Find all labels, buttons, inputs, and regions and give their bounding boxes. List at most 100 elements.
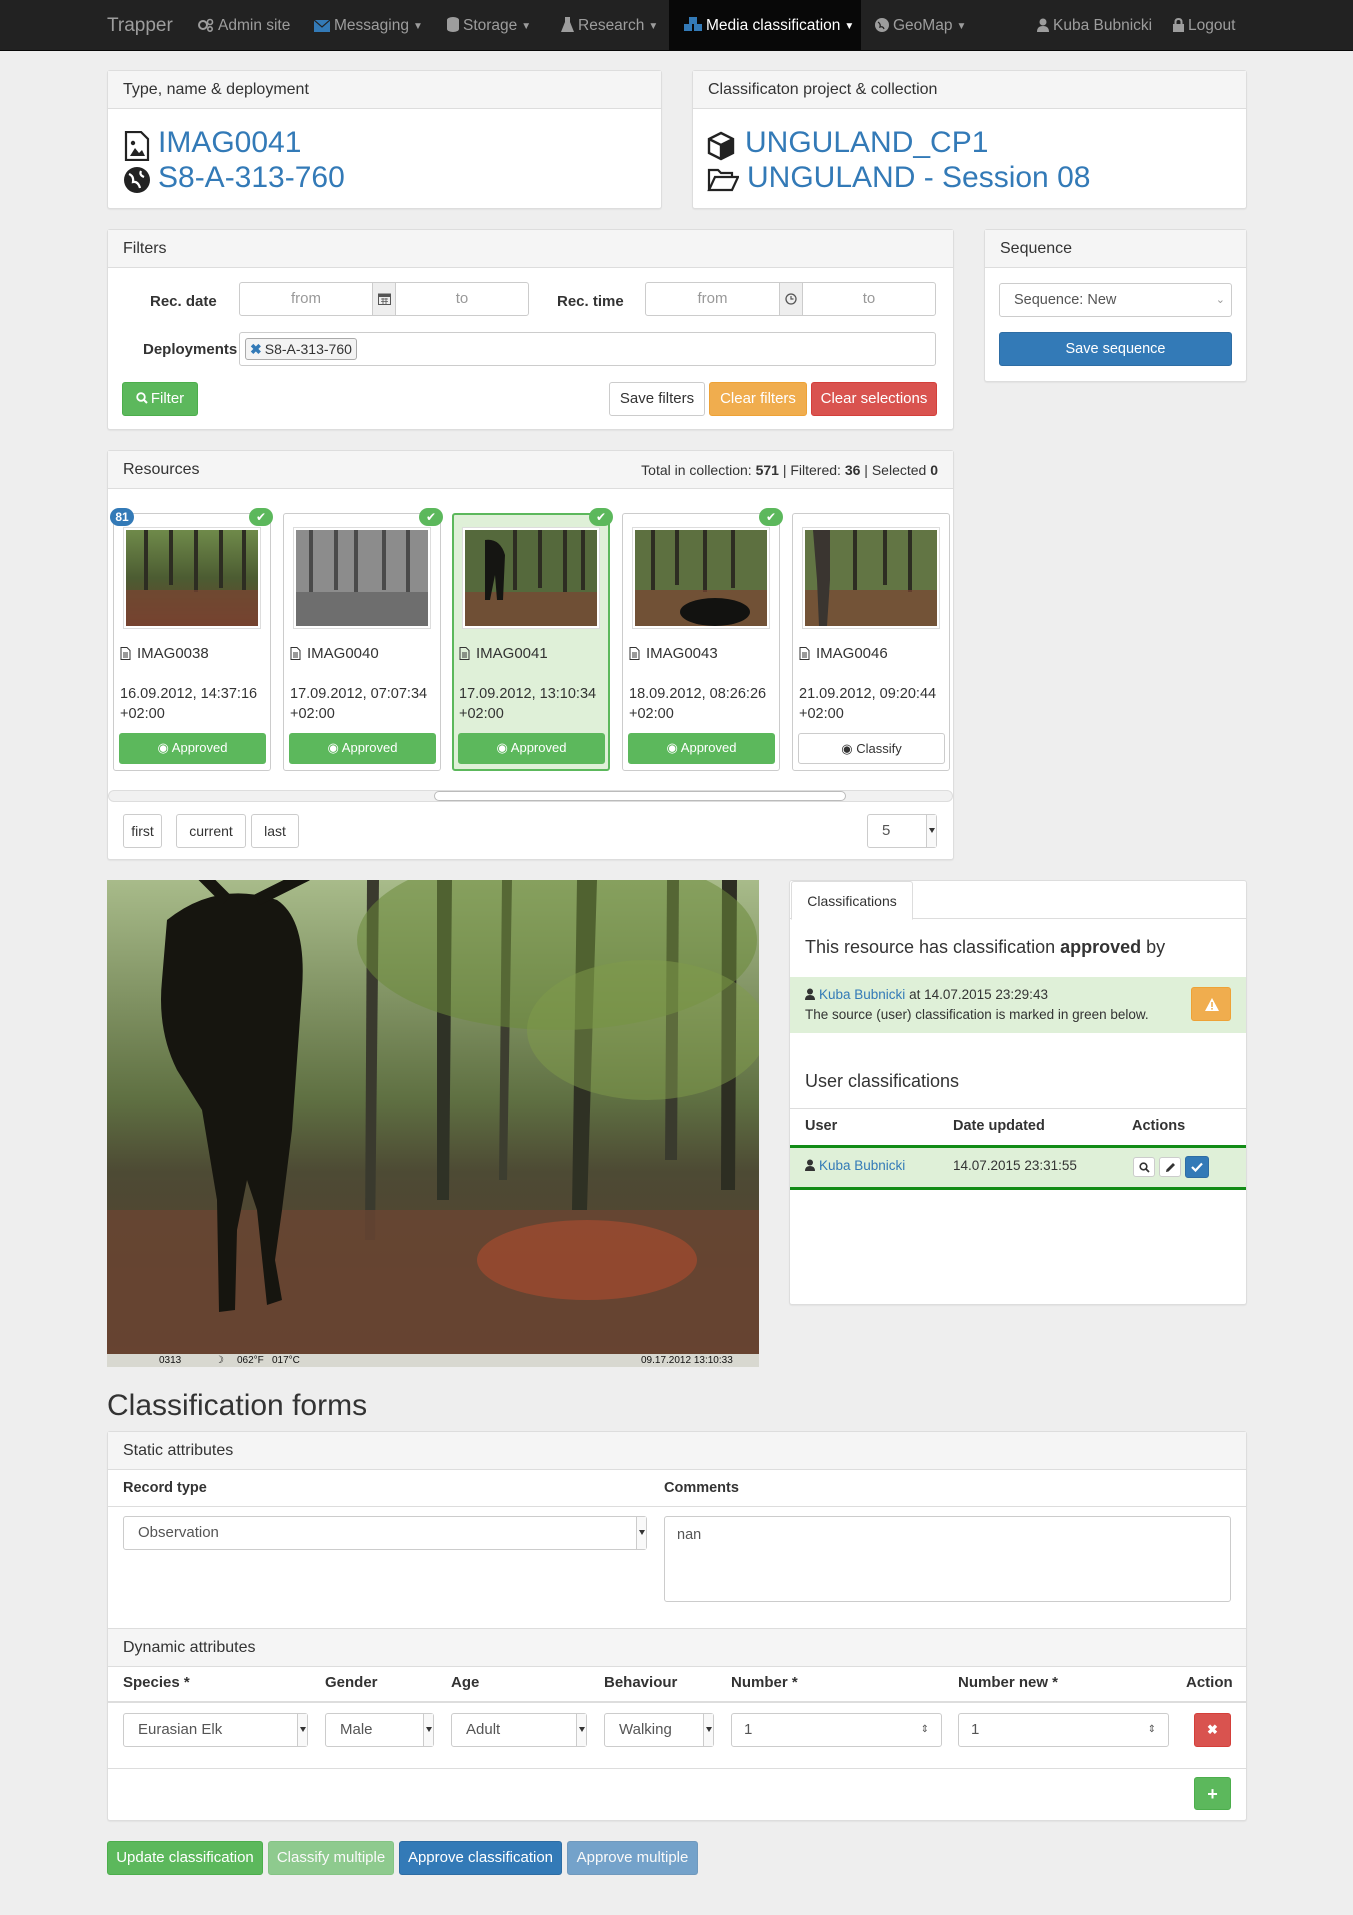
last-button[interactable]: last bbox=[251, 814, 299, 848]
nav-geomap[interactable]: GeoMap ▼ bbox=[875, 0, 966, 51]
nav-user[interactable]: Kuba Bubnicki bbox=[1037, 0, 1152, 51]
rec-date-label: Rec. date bbox=[150, 293, 217, 310]
deployments-multiselect[interactable]: ✖ S8-A-313-760 bbox=[239, 332, 936, 366]
behaviour-value: Walking bbox=[619, 1721, 672, 1738]
row-user-link[interactable]: Kuba Bubnicki bbox=[819, 1158, 905, 1173]
user-classifications-heading: User classifications bbox=[805, 1071, 960, 1091]
approval-line: Kuba Bubnicki at 14.07.2015 23:29:43 bbox=[805, 987, 1048, 1002]
rec-date-to-input[interactable]: to bbox=[395, 282, 529, 316]
add-row-button[interactable]: + bbox=[1194, 1777, 1231, 1810]
remove-tag-icon[interactable]: ✖ bbox=[250, 341, 262, 357]
col-actions: Actions bbox=[1132, 1118, 1186, 1134]
spinner-icon[interactable]: ⇕ bbox=[1148, 1714, 1156, 1746]
current-button[interactable]: current bbox=[176, 814, 246, 848]
nav-messaging[interactable]: Messaging ▼ bbox=[313, 0, 423, 51]
selected-count: 0 bbox=[930, 462, 938, 478]
navbar: Trapper Admin site Messaging ▼ Storage ▼ R… bbox=[0, 0, 1353, 51]
resource-name-link[interactable]: IMAG0041 bbox=[158, 126, 301, 160]
page-size-value: 5 bbox=[882, 822, 891, 839]
approver-link[interactable]: Kuba Bubnicki bbox=[819, 987, 905, 1002]
approve-classification-button[interactable]: Approve classification bbox=[399, 1841, 562, 1875]
age-select[interactable]: Adult bbox=[451, 1713, 587, 1747]
approved-button[interactable]: ◉ Approved bbox=[458, 733, 605, 764]
main-photo[interactable]: 0313 ☽ 062°F 017°C 09.17.2012 13:10:33 bbox=[107, 880, 759, 1367]
thumbnail bbox=[632, 527, 770, 629]
eye-icon: ◉ bbox=[496, 740, 511, 755]
collection-link[interactable]: UNGULAND - Session 08 bbox=[747, 161, 1090, 195]
nav-logout-label: Logout bbox=[1188, 17, 1236, 34]
cubes-icon bbox=[684, 17, 702, 31]
type-panel-heading: Type, name & deployment bbox=[108, 71, 661, 109]
resource-card-selected[interactable]: IMAG0041 17.09.2012, 13:10:34 +02:00 ◉ Ap… bbox=[452, 513, 610, 771]
tab-classifications[interactable]: Classifications bbox=[791, 881, 913, 920]
behaviour-select[interactable]: Walking bbox=[604, 1713, 714, 1747]
clear-filters-button[interactable]: Clear filters bbox=[709, 382, 807, 416]
approve-row-button[interactable] bbox=[1185, 1156, 1209, 1178]
rec-date-from-input[interactable]: from bbox=[239, 282, 373, 316]
folder-open-icon bbox=[707, 168, 739, 192]
comments-label: Comments bbox=[664, 1480, 739, 1496]
approve-multiple-button[interactable]: Approve multiple bbox=[567, 1841, 698, 1875]
clear-selections-button[interactable]: Clear selections bbox=[811, 382, 937, 416]
resource-card[interactable]: IMAG0038 16.09.2012, 14:37:16 +02:00 ◉ Ap… bbox=[113, 513, 271, 771]
user-classification-row[interactable]: Kuba Bubnicki 14.07.2015 23:31:55 bbox=[790, 1145, 1246, 1190]
resources-scrollbar[interactable] bbox=[108, 790, 953, 802]
nav-media-classification[interactable]: Media classification ▼ bbox=[669, 0, 861, 51]
filter-button[interactable]: Filter bbox=[122, 382, 198, 416]
resource-card[interactable]: IMAG0040 17.09.2012, 07:07:34 +02:00 ◉ Ap… bbox=[283, 513, 441, 771]
envelope-icon bbox=[313, 19, 331, 32]
thumbnail bbox=[462, 527, 600, 629]
page-size-select[interactable]: 5 bbox=[867, 814, 937, 848]
number-input[interactable]: 1 ⇕ bbox=[731, 1713, 942, 1747]
nav-research[interactable]: Research ▼ bbox=[561, 0, 658, 51]
file-icon bbox=[120, 647, 131, 660]
resource-tz: +02:00 bbox=[290, 706, 335, 722]
comments-textarea[interactable]: nan bbox=[664, 1516, 1231, 1602]
first-button[interactable]: first bbox=[123, 814, 162, 848]
thumbnail bbox=[123, 527, 261, 629]
resource-name-label: IMAG0043 bbox=[646, 645, 718, 662]
resource-date: 21.09.2012, 09:20:44 +02:00 bbox=[799, 684, 936, 724]
number-new-input[interactable]: 1 ⇕ bbox=[958, 1713, 1169, 1747]
nav-storage[interactable]: Storage ▼ bbox=[447, 0, 531, 51]
classify-multiple-button[interactable]: Classify multiple bbox=[268, 1841, 394, 1875]
edit-button[interactable] bbox=[1159, 1157, 1181, 1177]
species-select[interactable]: Eurasian Elk bbox=[123, 1713, 308, 1747]
resource-name: IMAG0041 bbox=[459, 645, 548, 662]
nav-user-label: Kuba Bubnicki bbox=[1053, 17, 1153, 34]
photo-temp-f: 062°F bbox=[237, 1355, 264, 1366]
view-button[interactable] bbox=[1133, 1157, 1155, 1177]
sequence-select[interactable]: Sequence: New ⌄ bbox=[999, 283, 1232, 317]
forms-panel: Static attributes Record type Comments O… bbox=[107, 1431, 1247, 1821]
remove-row-button[interactable]: ✖ bbox=[1194, 1713, 1231, 1747]
nav-logout[interactable]: Logout bbox=[1173, 0, 1235, 51]
col-action: Action bbox=[1186, 1674, 1233, 1691]
brand-link[interactable]: Trapper bbox=[107, 0, 173, 51]
resource-date: 18.09.2012, 08:26:26 +02:00 bbox=[629, 684, 766, 724]
gender-select[interactable]: Male bbox=[325, 1713, 434, 1747]
classify-button[interactable]: ◉ Classify bbox=[798, 733, 945, 764]
scrollbar-thumb[interactable] bbox=[434, 791, 846, 801]
save-sequence-button[interactable]: Save sequence bbox=[999, 332, 1232, 366]
project-link[interactable]: UNGULAND_CP1 bbox=[745, 126, 988, 160]
record-type-select[interactable]: Observation bbox=[123, 1516, 647, 1550]
resource-name-label: IMAG0046 bbox=[816, 645, 888, 662]
resource-card[interactable]: IMAG0043 18.09.2012, 08:26:26 +02:00 ◉ Ap… bbox=[622, 513, 780, 771]
update-classification-button[interactable]: Update classification bbox=[107, 1841, 263, 1875]
resource-name: IMAG0038 bbox=[120, 645, 209, 662]
nav-media-classification-label: Media classification bbox=[706, 17, 841, 34]
rec-time-from-input[interactable]: from bbox=[645, 282, 780, 316]
nav-admin-site[interactable]: Admin site bbox=[198, 0, 290, 51]
resource-card[interactable]: IMAG0046 21.09.2012, 09:20:44 +02:00 ◉ Cl… bbox=[792, 513, 950, 771]
approved-button-label: Approved bbox=[171, 740, 228, 755]
approved-button[interactable]: ◉ Approved bbox=[628, 733, 775, 764]
record-type-value: Observation bbox=[138, 1524, 219, 1541]
rec-time-to-input[interactable]: to bbox=[802, 282, 936, 316]
save-filters-button[interactable]: Save filters bbox=[609, 382, 705, 416]
spinner-icon[interactable]: ⇕ bbox=[921, 1714, 929, 1746]
warning-button[interactable] bbox=[1191, 987, 1231, 1021]
deployment-link[interactable]: S8-A-313-760 bbox=[158, 161, 345, 195]
approved-button[interactable]: ◉ Approved bbox=[119, 733, 266, 764]
approved-button[interactable]: ◉ Approved bbox=[289, 733, 436, 764]
divider bbox=[108, 1506, 1246, 1507]
